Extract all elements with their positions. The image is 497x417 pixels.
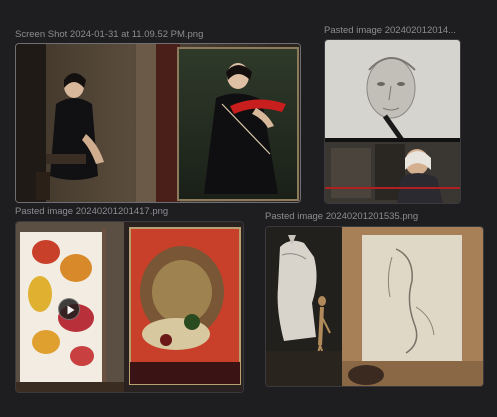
horse-sketch-image <box>266 227 483 386</box>
video-thumbnail[interactable] <box>15 221 244 393</box>
image-thumbnail[interactable] <box>15 43 301 203</box>
play-icon <box>67 305 75 315</box>
canvas-board[interactable]: Screen Shot 2024-01-31 at 11.09.52 PM.pn… <box>0 0 497 417</box>
card-title: Pasted image 202402012014... <box>324 25 457 36</box>
painting-video-image <box>16 222 243 392</box>
image-thumbnail[interactable] <box>265 226 484 387</box>
card-title: Pasted image 20240201201535.png <box>265 211 419 222</box>
card-violinist[interactable]: Screen Shot 2024-01-31 at 11.09.52 PM.pn… <box>15 29 301 204</box>
violinist-image <box>16 44 300 202</box>
card-sketch-portrait[interactable]: Pasted image 202402012014... <box>324 25 461 205</box>
card-title: Screen Shot 2024-01-31 at 11.09.52 PM.pn… <box>15 29 204 40</box>
card-horse-sketch[interactable]: Pasted image 20240201201535.png <box>265 211 484 387</box>
sketch-portrait-image <box>325 40 460 203</box>
card-painting-video[interactable]: Pasted image 20240201201417.png <box>15 206 244 394</box>
video-play-button[interactable] <box>58 298 80 320</box>
image-thumbnail[interactable] <box>324 39 461 204</box>
card-title: Pasted image 20240201201417.png <box>15 206 169 217</box>
